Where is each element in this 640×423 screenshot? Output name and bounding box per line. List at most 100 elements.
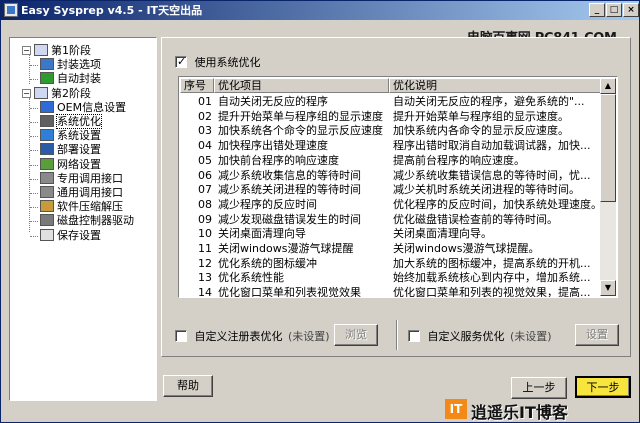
row-number: 05 <box>198 153 212 167</box>
row-item: 优化系统性能 <box>218 271 284 285</box>
minimize-button[interactable]: _ <box>589 3 605 17</box>
enable-optimize-check[interactable] <box>175 55 187 68</box>
scroll-up-arrow[interactable]: ▲ <box>600 78 616 94</box>
box-icon <box>40 200 54 213</box>
enable-optimize-label: 使用系统优化 <box>194 56 261 69</box>
settings-button[interactable]: 设置 <box>575 324 619 346</box>
list-item[interactable]: 07 减少系统关闭进程的等待时间 减少关机时系统关闭进程的等待时间。 <box>180 182 602 197</box>
close-button[interactable]: × <box>623 3 639 17</box>
column-header-desc[interactable]: 优化说明 <box>389 78 601 93</box>
list-item[interactable]: 11 关闭windows漫游气球提醒 关闭windows漫游气球提醒。 <box>180 241 602 256</box>
tree-item[interactable]: 封装选项 <box>40 58 101 72</box>
stage-tree[interactable]: − 第1阶段 封装选项 自动封装 − 第2阶段 OEM信息设置 系统优化 系统设置 部署设置 网络设… <box>9 37 157 401</box>
row-item: 关闭桌面清理向导 <box>218 227 306 241</box>
itsk-logo: IT <box>445 399 467 419</box>
row-desc: 加快系统内各命令的显示反应速度。 <box>393 124 569 138</box>
app-icon <box>4 3 18 17</box>
tree-item[interactable]: 保存设置 <box>40 228 101 243</box>
tree-item[interactable]: 网络设置 <box>40 157 101 172</box>
row-item: 加快前台程序的响应速度 <box>218 153 339 167</box>
row-desc: 提高前台程序的响应速度。 <box>393 153 525 167</box>
custom-registry-label: 自定义注册表优化 <box>194 330 283 343</box>
network-icon <box>40 157 54 170</box>
tree-item-label: 第1阶段 <box>51 44 91 57</box>
row-item: 优化窗口菜单和列表视觉效果 <box>218 286 361 298</box>
list-item[interactable]: 13 优化系统性能 始终加载系统核心到内存中，增加系统... <box>180 270 602 285</box>
list-item[interactable]: 04 加快程序出错处理速度 程序出错时取消自动加载调试器，加快... <box>180 138 602 153</box>
list-item[interactable]: 05 加快前台程序的响应速度 提高前台程序的响应速度。 <box>180 153 602 168</box>
tree-item-label: OEM信息设置 <box>57 100 127 114</box>
list-item[interactable]: 09 减少发现磁盘错误发生的时间 优化磁盘错误检查前的等待时间。 <box>180 212 602 227</box>
gear-icon <box>40 115 54 127</box>
tree-item-label: 磁盘控制器驱动 <box>57 214 134 228</box>
optimize-panel: 使用系统优化 序号 优化项目 优化说明 01 自动关闭无反应的程序 自动关闭无反… <box>161 37 631 357</box>
row-desc: 关闭桌面清理向导。 <box>393 227 492 241</box>
watermark-blog: 逍遥乐IT博客 <box>471 403 568 422</box>
tree-item-label: 网络设置 <box>57 157 101 171</box>
row-number: 04 <box>198 139 212 153</box>
row-number: 10 <box>198 227 212 241</box>
tree-item[interactable]: − 第1阶段 <box>22 44 91 58</box>
list-item[interactable]: 10 关闭桌面清理向导 关闭桌面清理向导。 <box>180 226 602 241</box>
tree-item[interactable]: 软件压缩解压 <box>40 200 123 214</box>
tree-expander[interactable]: − <box>22 88 31 98</box>
list-item[interactable]: 08 减少程序的反应时间 优化程序的反应时间，加快系统处理速度。 <box>180 197 602 212</box>
column-header-no[interactable]: 序号 <box>180 78 214 93</box>
stage-icon <box>34 86 48 99</box>
tree-item-label: 保存设置 <box>57 228 101 242</box>
row-desc: 优化磁盘错误检查前的等待时间。 <box>393 212 558 226</box>
list-item[interactable]: 06 减少系统收集信息的等待时间 减少系统收集错误信息的等待时间，忧... <box>180 168 602 183</box>
row-item: 优化系统的图标缓冲 <box>218 256 317 270</box>
help-button[interactable]: 帮助 <box>163 375 213 397</box>
tree-item[interactable]: 系统优化 <box>40 114 102 129</box>
enable-optimize-checkbox[interactable]: 使用系统优化 <box>175 54 261 70</box>
row-number: 14 <box>198 286 212 298</box>
row-number: 09 <box>198 212 212 226</box>
prev-button[interactable]: 上一步 <box>511 377 567 399</box>
custom-registry-checkbox[interactable] <box>175 330 187 342</box>
tree-item[interactable]: − 第2阶段 <box>22 86 91 101</box>
list-item[interactable]: 03 加快系统各个命令的显示反应速度 加快系统内各命令的显示反应速度。 <box>180 123 602 138</box>
restore-button[interactable]: □ <box>606 3 622 17</box>
row-number: 02 <box>198 109 212 123</box>
row-number: 08 <box>198 197 212 211</box>
row-item: 提升开始菜单与程序组的显示速度 <box>218 109 383 123</box>
tree-expander[interactable]: − <box>22 46 31 55</box>
optimize-list[interactable]: 序号 优化项目 优化说明 01 自动关闭无反应的程序 自动关闭无反应的程序，避免… <box>178 76 618 298</box>
column-header-item[interactable]: 优化项目 <box>214 78 389 93</box>
next-button[interactable]: 下一步 <box>575 376 631 398</box>
custom-service-label: 自定义服务优化 <box>427 330 505 343</box>
row-desc: 优化程序的反应时间，加快系统处理速度。 <box>393 197 599 211</box>
row-number: 06 <box>198 168 212 182</box>
tree-item[interactable]: 自动封装 <box>40 72 101 86</box>
tree-item-label: 软件压缩解压 <box>57 200 123 214</box>
row-number: 11 <box>198 242 212 255</box>
tree-item[interactable]: 系统设置 <box>40 129 101 143</box>
row-desc: 程序出错时取消自动加载调试器，加快... <box>393 139 591 153</box>
row-desc: 减少关机时系统关闭进程的等待时间。 <box>393 183 580 197</box>
tree-item[interactable]: 部署设置 <box>40 143 101 157</box>
arrow-right-icon <box>40 72 54 85</box>
list-item[interactable]: 01 自动关闭无反应的程序 自动关闭无反应的程序，避免系统的"... <box>180 94 602 109</box>
monitor-icon <box>40 58 54 71</box>
tree-item[interactable]: OEM信息设置 <box>40 100 127 115</box>
row-desc: 自动关闭无反应的程序，避免系统的"... <box>393 95 585 108</box>
windows-icon <box>40 129 54 142</box>
scroll-thumb[interactable] <box>600 94 616 202</box>
custom-service-option[interactable]: 自定义服务优化 (未设置) <box>408 328 552 344</box>
stage-icon <box>34 44 48 56</box>
tree-item[interactable]: 专用调用接口 <box>40 171 123 186</box>
custom-service-state: (未设置) <box>510 330 552 343</box>
list-item[interactable]: 12 优化系统的图标缓冲 加大系统的图标缓冲，提高系统的开机... <box>180 256 602 271</box>
scroll-down-arrow[interactable]: ▼ <box>600 280 616 296</box>
list-scrollbar[interactable]: ▲ ▼ <box>600 78 616 296</box>
custom-registry-option[interactable]: 自定义注册表优化 (未设置) <box>175 328 330 344</box>
tree-item[interactable]: 磁盘控制器驱动 <box>40 214 134 228</box>
list-item[interactable]: 02 提升开始菜单与程序组的显示速度 提升开始菜单与程序组的显示速度。 <box>180 109 602 124</box>
tree-item-label: 自动封装 <box>57 72 101 86</box>
browse-button[interactable]: 浏览 <box>334 324 378 346</box>
list-item[interactable]: 14 优化窗口菜单和列表视觉效果 优化窗口菜单和列表的视觉效果，提高... <box>180 285 602 298</box>
custom-service-checkbox[interactable] <box>408 330 420 342</box>
tree-item[interactable]: 通用调用接口 <box>40 186 123 200</box>
title-bar[interactable]: Easy Sysprep v4.5 - IT天空出品 _ □ × <box>1 1 639 20</box>
